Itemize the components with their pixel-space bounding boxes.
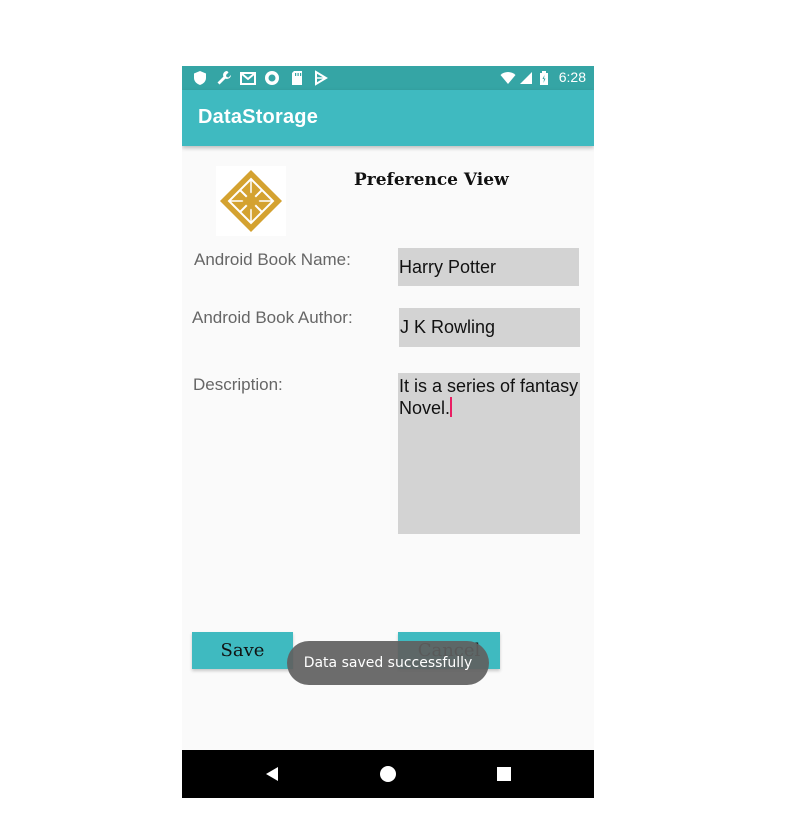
book-author-label: Android Book Author:	[192, 308, 353, 327]
cell-signal-icon	[518, 70, 534, 86]
gmail-icon	[240, 70, 256, 86]
text-cursor	[450, 397, 453, 417]
home-icon[interactable]	[378, 764, 398, 784]
book-name-label: Android Book Name:	[194, 250, 351, 269]
recents-icon[interactable]	[494, 764, 514, 784]
app-title: DataStorage	[198, 106, 319, 128]
diamond-logo-icon	[216, 166, 286, 236]
description-label: Description:	[193, 375, 283, 394]
book-author-field[interactable]: J K Rowling	[399, 308, 580, 347]
toast-message: Data saved successfully	[287, 641, 489, 685]
shield-icon	[192, 70, 208, 86]
app-bar: DataStorage	[182, 90, 594, 146]
description-field[interactable]: It is a series of fantasy Novel.	[398, 373, 580, 534]
description-text: It is a series of fantasy Novel.	[399, 376, 579, 418]
play-store-icon	[313, 70, 329, 86]
sd-card-icon	[289, 70, 305, 86]
phone-screen: 6:28 DataStorage Preference View Android…	[182, 66, 594, 798]
wifi-icon	[500, 70, 516, 86]
circle-app-icon	[264, 70, 280, 86]
book-name-field[interactable]: Harry Potter	[398, 248, 579, 286]
save-button[interactable]: Save	[192, 632, 293, 669]
navigation-bar	[182, 750, 594, 798]
battery-icon	[537, 70, 553, 86]
status-time: 6:28	[558, 69, 586, 85]
wrench-icon	[216, 70, 232, 86]
back-icon[interactable]	[262, 764, 282, 784]
page-title: Preference View	[354, 170, 509, 190]
status-bar: 6:28	[182, 66, 594, 90]
